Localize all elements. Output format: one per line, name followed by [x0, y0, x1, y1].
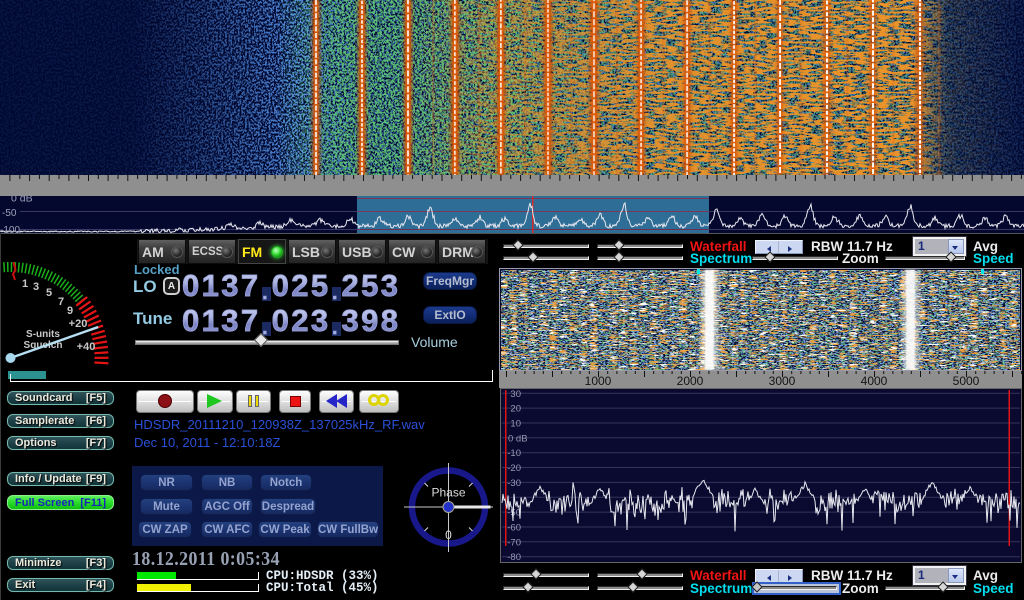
svg-text:-50: -50 — [2, 208, 17, 219]
svg-text:2000: 2000 — [677, 374, 704, 388]
svg-text:5: 5 — [46, 287, 52, 299]
svg-text:-30: -30 — [507, 478, 521, 489]
svg-text:-60: -60 — [507, 523, 521, 534]
svg-text:+40: +40 — [77, 341, 96, 353]
svg-text:-10: -10 — [507, 448, 521, 459]
svg-text:0 dB: 0 dB — [11, 196, 33, 205]
svg-text:7: 7 — [58, 296, 64, 308]
svg-text:1000: 1000 — [585, 374, 612, 388]
svg-text:+20: +20 — [69, 318, 88, 330]
svg-text:9: 9 — [67, 305, 73, 317]
svg-text:Phase: Phase — [431, 486, 465, 500]
svg-text:3: 3 — [33, 281, 39, 293]
svg-text:-20: -20 — [507, 463, 521, 474]
svg-text:1: 1 — [22, 278, 28, 290]
svg-text:5000: 5000 — [953, 374, 980, 388]
svg-text:S-units: S-units — [26, 329, 60, 340]
svg-text:10: 10 — [510, 419, 521, 430]
svg-text:0 dB: 0 dB — [508, 433, 528, 444]
svg-text:-100: -100 — [0, 225, 20, 234]
svg-text:0: 0 — [445, 528, 452, 542]
svg-text:-70: -70 — [507, 537, 521, 548]
svg-text:-80: -80 — [507, 552, 521, 563]
svg-text:20: 20 — [510, 404, 521, 415]
svg-text:3000: 3000 — [769, 374, 796, 388]
svg-text:4000: 4000 — [861, 374, 888, 388]
svg-text:30: 30 — [510, 389, 521, 400]
